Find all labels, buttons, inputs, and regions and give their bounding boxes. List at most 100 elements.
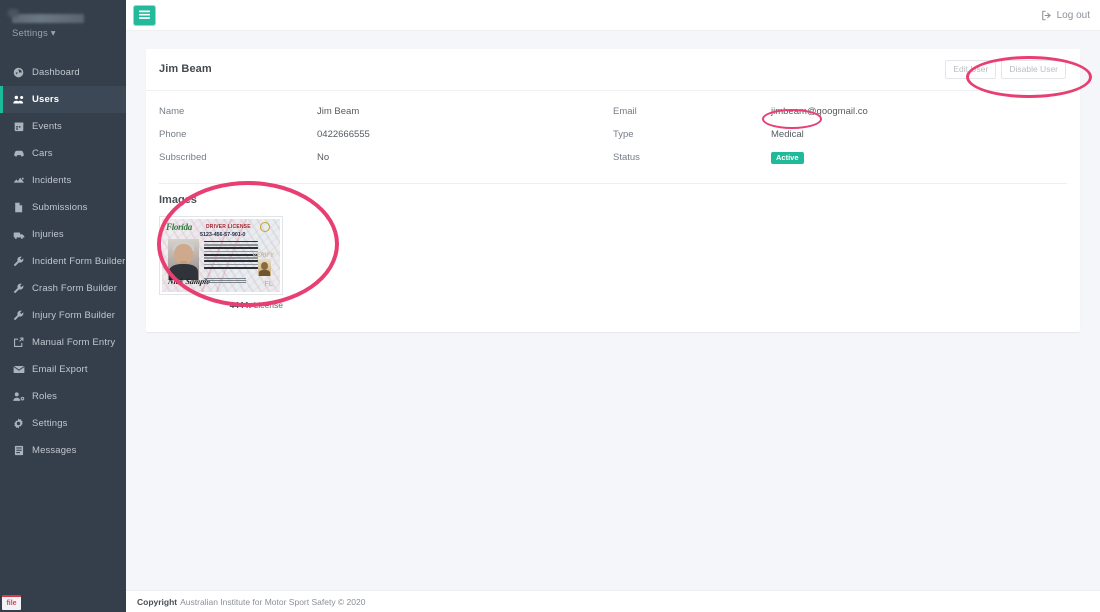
sidebar-item-roles[interactable]: Roles: [0, 383, 126, 410]
sidebar-item-submissions[interactable]: Submissions: [0, 194, 126, 221]
car-icon: [12, 148, 25, 159]
disable-user-button[interactable]: Disable User: [1001, 60, 1066, 79]
topbar: Log out: [126, 0, 1100, 31]
sidebar-settings-label: Settings: [12, 28, 48, 39]
sidebar-item-users[interactable]: Users: [0, 86, 126, 113]
sidebar-item-label: Injury Form Builder: [32, 310, 116, 321]
license-seal-icon: [260, 221, 270, 232]
logout-label: Log out: [1056, 9, 1090, 21]
field-label-phone: Phone: [159, 128, 187, 140]
license-number: 5123-456-57-901-0: [200, 231, 246, 238]
sidebar-item-messages[interactable]: Messages: [0, 437, 126, 464]
edit-user-button[interactable]: Edit User: [945, 60, 997, 79]
field-value-status: Active: [771, 146, 1067, 170]
sidebar: Settings ▾ Dashboard Users Events Cars I…: [0, 0, 126, 612]
sidebar-item-email-export[interactable]: Email Export: [0, 356, 126, 383]
page-title: Jim Beam: [159, 63, 212, 76]
image-caption-id: 4444:: [229, 299, 252, 310]
sidebar-item-label: Incident Form Builder: [32, 256, 126, 267]
sidebar-item-label: Messages: [32, 445, 77, 456]
injuries-icon: [12, 229, 25, 240]
wrench-icon: [12, 256, 25, 267]
sidebar-item-crash-form-builder[interactable]: Crash Form Builder: [0, 275, 126, 302]
user-gear-icon: [12, 391, 25, 402]
main-area: Log out Jim Beam Edit User Disable User …: [126, 0, 1100, 612]
license-thumbnail[interactable]: Florida DRIVER LICENSE 5123-456-57-901-0: [159, 215, 283, 295]
app-root: Settings ▾ Dashboard Users Events Cars I…: [0, 0, 1100, 612]
dashboard-icon: [12, 67, 25, 78]
sidebar-item-manual-form-entry[interactable]: Manual Form Entry: [0, 329, 126, 356]
user-detail-card: Jim Beam Edit User Disable User Name Jim…: [146, 49, 1080, 332]
image-caption-label: License: [253, 299, 283, 310]
license-portrait: [168, 238, 199, 280]
status-badge: Active: [771, 151, 804, 164]
license-doc-type: DRIVER LICENSE: [206, 223, 251, 230]
logout-button[interactable]: Log out: [1041, 10, 1093, 21]
sidebar-item-label: Settings: [32, 418, 68, 429]
field-label-subscribed: Subscribed: [159, 151, 207, 163]
sidebar-item-events[interactable]: Events: [0, 113, 126, 140]
footer-copyright-bold: Copyright: [137, 596, 178, 607]
sidebar-corner-badge: file: [2, 595, 21, 610]
sidebar-item-label: Cars: [32, 148, 53, 159]
sidebar-settings-dropdown[interactable]: Settings ▾: [12, 28, 116, 39]
license-state-abbr: FL: [264, 280, 273, 288]
wrench-icon: [12, 283, 25, 294]
document-icon: [12, 202, 25, 213]
hamburger-icon[interactable]: [133, 4, 156, 26]
field-label-email: Email: [613, 105, 637, 117]
envelope-icon: [12, 364, 25, 375]
driver-license-artwork: Florida DRIVER LICENSE 5123-456-57-901-0: [162, 218, 280, 292]
image-caption: 4444: License: [159, 300, 283, 310]
footer-copyright-text: Australian Institute for Motor Sport Saf…: [180, 596, 366, 607]
field-value-name: Jim Beam: [317, 105, 360, 117]
sidebar-item-incident-form-builder[interactable]: Incident Form Builder: [0, 248, 126, 275]
field-label-type: Type: [613, 128, 634, 140]
sidebar-item-cars[interactable]: Cars: [0, 140, 126, 167]
license-fine-print: [204, 277, 246, 285]
content-area: Jim Beam Edit User Disable User Name Jim…: [126, 31, 1100, 332]
field-label-name: Name: [159, 105, 185, 117]
inbox-icon: [12, 445, 25, 456]
sidebar-item-incidents[interactable]: Incidents: [0, 167, 126, 194]
wrench-icon: [12, 310, 25, 321]
card-header: Jim Beam Edit User Disable User: [146, 49, 1080, 91]
license-ghost-portrait: [258, 258, 271, 276]
logout-icon: [1041, 10, 1052, 21]
field-value-phone: 0422666555: [317, 128, 370, 140]
sidebar-username-redacted: [12, 14, 84, 23]
sidebar-item-injuries[interactable]: Injuries: [0, 221, 126, 248]
sidebar-nav: Dashboard Users Events Cars Incidents Su…: [0, 59, 126, 464]
sidebar-item-injury-form-builder[interactable]: Injury Form Builder: [0, 302, 126, 329]
sidebar-item-label: Incidents: [32, 175, 72, 186]
calendar-icon: [12, 121, 25, 132]
sidebar-item-label: Users: [32, 94, 60, 105]
license-text-lines: [204, 240, 258, 271]
sidebar-item-dashboard[interactable]: Dashboard: [0, 59, 126, 86]
users-icon: [12, 94, 25, 105]
images-section: Images Florida DRIVER LICENSE 5123-456-5…: [146, 184, 1080, 332]
image-item: Florida DRIVER LICENSE 5123-456-57-901-0: [159, 215, 283, 310]
sidebar-item-label: Roles: [32, 391, 58, 402]
sidebar-item-label: Dashboard: [32, 67, 80, 78]
sidebar-item-label: Email Export: [32, 364, 88, 375]
sidebar-item-settings[interactable]: Settings: [0, 410, 126, 437]
sidebar-user-block[interactable]: Settings ▾: [0, 0, 126, 47]
pencil-square-icon: [12, 337, 25, 348]
field-value-email: jimbeam@googmail.co: [771, 105, 868, 117]
field-value-type: Medical: [771, 128, 804, 140]
sidebar-item-label: Submissions: [32, 202, 88, 213]
sidebar-item-label: Events: [32, 121, 62, 132]
footer: Copyright Australian Institute for Motor…: [126, 590, 1100, 612]
field-label-status: Status: [613, 151, 640, 163]
user-info-body: Name Jim Beam Email jimbeam@googmail.co …: [146, 91, 1080, 176]
sidebar-item-label: Manual Form Entry: [32, 337, 116, 348]
incidents-icon: [12, 175, 25, 186]
images-heading: Images: [159, 193, 197, 206]
sidebar-item-label: Injuries: [32, 229, 64, 240]
license-state: Florida: [166, 221, 192, 232]
card-header-actions: Edit User Disable User: [945, 60, 1066, 79]
chevron-down-icon: ▾: [50, 28, 56, 39]
sidebar-item-label: Crash Form Builder: [32, 283, 118, 294]
field-value-subscribed: No: [317, 151, 330, 163]
